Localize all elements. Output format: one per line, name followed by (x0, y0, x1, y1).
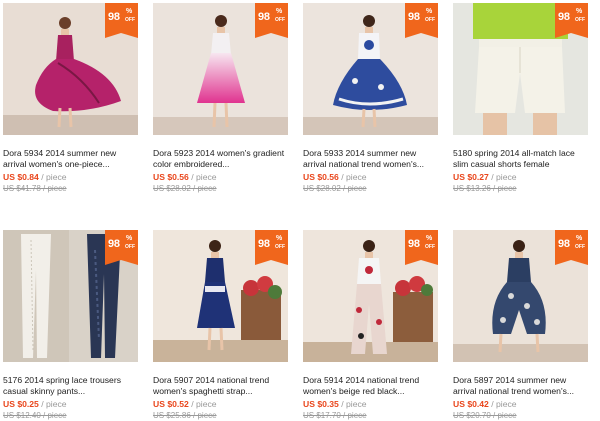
product-title[interactable]: 5180 spring 2014 all-match lace slim cas… (453, 148, 593, 170)
original-price: US $28.02 / piece (153, 184, 217, 193)
price-value: US $0.42 (453, 399, 489, 409)
product-image[interactable]: 98 % OFF (153, 230, 288, 362)
discount-off-label: OFF (275, 17, 285, 23)
discount-value: 98 (408, 238, 420, 250)
product-image[interactable]: 98 % OFF (453, 230, 588, 362)
product-card[interactable]: 98 % OFF Dora 5907 2014 national trend w… (153, 230, 293, 421)
price-value: US $0.56 (303, 172, 339, 182)
discount-percent: % (126, 235, 133, 242)
product-image[interactable]: 98 % OFF (3, 3, 138, 135)
discount-badge: 98 % OFF (255, 230, 288, 265)
discount-badge: 98 % OFF (105, 3, 138, 38)
price-value: US $0.27 (453, 172, 489, 182)
discount-percent: % (276, 8, 283, 15)
product-title[interactable]: Dora 5923 2014 women's gradient color em… (153, 148, 293, 170)
original-price: US $12.40 / piece (3, 411, 67, 420)
discount-value: 98 (258, 238, 270, 250)
original-price: US $20.70 / piece (453, 411, 517, 420)
discount-badge: 98 % OFF (555, 230, 588, 265)
product-card[interactable]: 98 % OFF 5180 spring 2014 all-match lace… (453, 3, 593, 194)
discount-value: 98 (108, 11, 120, 23)
product-grid: 98 % OFF Dora 5934 2014 summer new arriv… (0, 0, 600, 420)
discount-value: 98 (558, 11, 570, 23)
product-price: US $0.56 / piece (153, 172, 293, 183)
product-title[interactable]: Dora 5914 2014 national trend women's be… (303, 375, 443, 397)
product-image[interactable]: 98 % OFF (453, 3, 588, 135)
discount-value: 98 (408, 11, 420, 23)
price-unit: / piece (41, 399, 67, 409)
discount-value: 98 (108, 238, 120, 250)
product-title[interactable]: Dora 5907 2014 national trend women's sp… (153, 375, 293, 397)
discount-off-label: OFF (125, 244, 135, 250)
price-unit: / piece (191, 399, 217, 409)
price-unit: / piece (341, 399, 367, 409)
price-value: US $0.84 (3, 172, 39, 182)
product-card[interactable]: 98 % OFF Dora 5897 2014 summer new arriv… (453, 230, 593, 421)
original-price: US $17.70 / piece (303, 411, 367, 420)
discount-badge: 98 % OFF (555, 3, 588, 38)
price-value: US $0.52 (153, 399, 189, 409)
discount-percent: % (576, 8, 583, 15)
discount-percent: % (426, 235, 433, 242)
product-price: US $0.35 / piece (303, 399, 443, 410)
discount-percent: % (426, 8, 433, 15)
product-price: US $0.84 / piece (3, 172, 143, 183)
discount-off-label: OFF (275, 244, 285, 250)
product-price: US $0.27 / piece (453, 172, 593, 183)
discount-percent: % (126, 8, 133, 15)
product-price: US $0.52 / piece (153, 399, 293, 410)
discount-badge: 98 % OFF (405, 230, 438, 265)
product-image[interactable]: 98 % OFF (303, 230, 438, 362)
product-image[interactable]: 98 % OFF (303, 3, 438, 135)
discount-off-label: OFF (425, 244, 435, 250)
discount-badge: 98 % OFF (405, 3, 438, 38)
price-unit: / piece (41, 172, 67, 182)
product-image[interactable]: 98 % OFF (3, 230, 138, 362)
product-card[interactable]: 98 % OFF 5176 2014 spring lace trousers … (3, 230, 143, 421)
discount-badge: 98 % OFF (255, 3, 288, 38)
price-value: US $0.56 (153, 172, 189, 182)
product-title[interactable]: Dora 5933 2014 summer new arrival nation… (303, 148, 443, 170)
original-price: US $41.78 / piece (3, 184, 67, 193)
discount-percent: % (576, 235, 583, 242)
price-value: US $0.25 (3, 399, 39, 409)
product-price: US $0.56 / piece (303, 172, 443, 183)
product-card[interactable]: 98 % OFF Dora 5914 2014 national trend w… (303, 230, 443, 421)
discount-value: 98 (258, 11, 270, 23)
product-title[interactable]: Dora 5934 2014 summer new arrival women'… (3, 148, 143, 170)
original-price: US $25.86 / piece (153, 411, 217, 420)
price-unit: / piece (341, 172, 367, 182)
price-unit: / piece (491, 399, 517, 409)
price-unit: / piece (191, 172, 217, 182)
product-image[interactable]: 98 % OFF (153, 3, 288, 135)
discount-off-label: OFF (575, 244, 585, 250)
discount-percent: % (276, 235, 283, 242)
discount-value: 98 (558, 238, 570, 250)
original-price: US $28.02 / piece (303, 184, 367, 193)
discount-badge: 98 % OFF (105, 230, 138, 265)
product-price: US $0.25 / piece (3, 399, 143, 410)
discount-off-label: OFF (575, 17, 585, 23)
price-unit: / piece (491, 172, 517, 182)
product-card[interactable]: 98 % OFF Dora 5923 2014 women's gradient… (153, 3, 293, 194)
discount-off-label: OFF (125, 17, 135, 23)
product-title[interactable]: 5176 2014 spring lace trousers casual sk… (3, 375, 143, 397)
product-card[interactable]: 98 % OFF Dora 5934 2014 summer new arriv… (3, 3, 143, 194)
product-title[interactable]: Dora 5897 2014 summer new arrival nation… (453, 375, 593, 397)
price-value: US $0.35 (303, 399, 339, 409)
product-price: US $0.42 / piece (453, 399, 593, 410)
product-card[interactable]: 98 % OFF Dora 5933 2014 summer new arriv… (303, 3, 443, 194)
discount-off-label: OFF (425, 17, 435, 23)
original-price: US $13.26 / piece (453, 184, 517, 193)
